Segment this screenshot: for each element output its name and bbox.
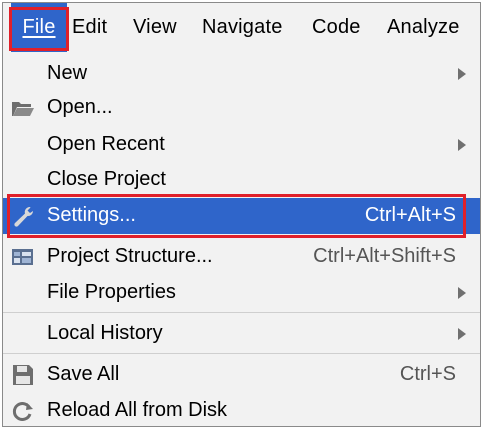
menu-item-save-all-label: Save All xyxy=(47,363,120,386)
menu-item-local-history[interactable]: Local History xyxy=(3,316,480,352)
menu-item-file-properties[interactable]: File Properties xyxy=(3,275,480,311)
menu-bar: File Edit View Navigate Code Analyze xyxy=(3,3,480,52)
menu-item-file-properties-label: File Properties xyxy=(47,281,176,304)
menu-item-close-project[interactable]: Close Project xyxy=(3,162,480,198)
menu-item-open[interactable]: Open... xyxy=(3,90,480,126)
menu-code-label: Code xyxy=(312,16,361,38)
menu-item-reload-all-label: Reload All from Disk xyxy=(47,399,228,422)
menu-item-local-history-label: Local History xyxy=(47,322,163,345)
project-structure-shortcut: Ctrl+Alt+Shift+S xyxy=(313,245,456,268)
screenshot-frame: File Edit View Navigate Code Analyze New… xyxy=(2,2,481,427)
menu-item-project-structure-label: Project Structure... xyxy=(47,245,213,268)
menu-navigate[interactable]: Navigate xyxy=(202,3,283,52)
menu-item-new-label: New xyxy=(47,62,88,85)
menu-item-open-recent-label: Open Recent xyxy=(47,133,165,156)
menu-item-close-project-label: Close Project xyxy=(47,168,166,191)
menu-item-open-recent[interactable]: Open Recent xyxy=(3,127,480,163)
submenu-arrow-icon xyxy=(458,287,466,299)
menu-view[interactable]: View xyxy=(133,3,177,52)
menu-separator xyxy=(3,353,480,354)
submenu-arrow-icon xyxy=(458,139,466,151)
project-structure-icon xyxy=(12,249,33,265)
menu-item-open-label: Open... xyxy=(47,96,113,119)
file-dropdown-menu: New Open... Open Recent Close Project Se… xyxy=(3,52,480,426)
submenu-arrow-icon xyxy=(458,68,466,80)
save-icon xyxy=(13,365,33,385)
submenu-arrow-icon xyxy=(458,328,466,340)
menu-analyze[interactable]: Analyze xyxy=(387,3,460,52)
menu-item-project-structure[interactable]: Project Structure... Ctrl+Alt+Shift+S xyxy=(3,239,480,275)
menu-navigate-label: Navigate xyxy=(202,16,283,38)
menu-analyze-label: Analyze xyxy=(387,16,460,38)
reload-icon xyxy=(12,402,33,421)
menu-view-label: View xyxy=(133,16,177,38)
file-highlight-outline xyxy=(9,7,69,51)
save-all-shortcut: Ctrl+S xyxy=(399,363,456,386)
menu-item-new[interactable]: New xyxy=(3,56,480,92)
menu-item-save-all[interactable]: Save All Ctrl+S xyxy=(3,357,480,393)
folder-open-icon xyxy=(12,102,34,116)
settings-highlight-outline xyxy=(7,194,466,238)
menu-separator xyxy=(3,312,480,313)
menu-code[interactable]: Code xyxy=(312,3,361,52)
menu-item-reload-all[interactable]: Reload All from Disk xyxy=(3,393,480,426)
menu-edit[interactable]: Edit xyxy=(72,3,107,52)
menu-edit-label: Edit xyxy=(72,16,108,38)
